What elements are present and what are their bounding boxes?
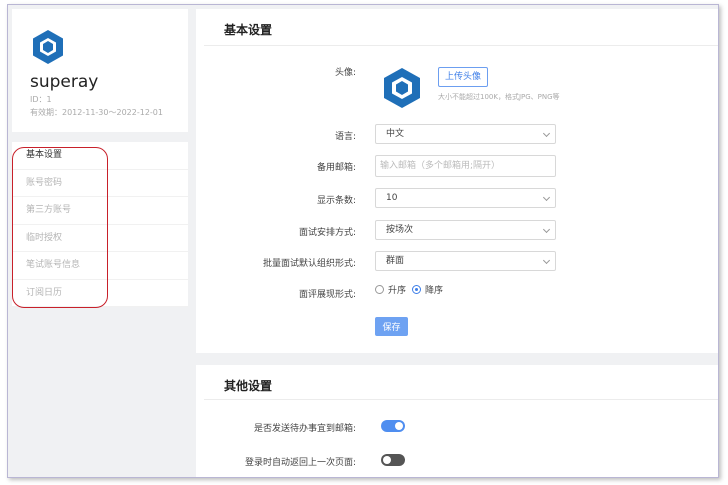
display-count-select[interactable]: 10 <box>375 188 556 208</box>
menu-item-basic-settings[interactable]: 基本设置 <box>12 142 188 170</box>
other-settings-title: 其他设置 <box>224 379 273 393</box>
radio-descending-label[interactable]: 降序 <box>425 283 443 296</box>
user-id: ID：1 <box>30 95 52 104</box>
chevron-down-icon <box>542 193 551 202</box>
company-logo-icon <box>33 30 63 64</box>
interview-arrange-value: 按场次 <box>386 225 414 235</box>
interview-arrange-select[interactable]: 按场次 <box>375 220 556 240</box>
upload-hint: 大小不能超过100K，格式JPG、PNG等 <box>438 93 560 101</box>
review-display-label: 面评展现形式: <box>298 290 356 300</box>
auto-return-label: 登录时自动返回上一次页面: <box>244 458 356 468</box>
settings-menu: 基本设置 账号密码 第三方账号 临时授权 笔试账号信息 订阅日历 <box>12 142 188 307</box>
batch-org-label: 批量面试默认组织形式: <box>262 259 356 269</box>
basic-settings-panel: 基本设置 头像: 上传头像 大小不能超过100K，格式JPG、PNG等 语言: … <box>196 9 718 353</box>
radio-descending[interactable] <box>412 285 422 294</box>
language-label: 语言: <box>334 132 356 142</box>
avatar-label: 头像: <box>334 68 356 78</box>
upload-avatar-button[interactable]: 上传头像 <box>438 67 489 87</box>
language-value: 中文 <box>386 129 405 139</box>
avatar-logo-icon <box>384 68 420 108</box>
auto-return-toggle[interactable] <box>381 454 405 466</box>
chevron-down-icon <box>542 129 551 138</box>
send-todo-toggle[interactable] <box>381 420 405 432</box>
save-button[interactable]: 保存 <box>375 317 408 336</box>
chevron-down-icon <box>542 225 551 234</box>
batch-org-select[interactable]: 群面 <box>375 251 556 271</box>
profile-card: superay ID：1 有效期：2012-11-30～2022-12-01 <box>12 9 188 132</box>
review-order-radio-group: 升序 降序 <box>375 283 449 296</box>
validity-period: 有效期：2012-11-30～2022-12-01 <box>30 108 163 117</box>
settings-window: superay ID：1 有效期：2012-11-30～2022-12-01 基… <box>7 4 719 478</box>
username: superay <box>30 72 99 92</box>
send-todo-label: 是否发送待办事宜到邮箱: <box>253 424 356 434</box>
language-select[interactable]: 中文 <box>375 124 556 144</box>
toggle-knob <box>383 456 391 464</box>
toggle-knob <box>395 422 403 430</box>
backup-email-input[interactable] <box>375 155 556 177</box>
display-count-value: 10 <box>386 193 398 203</box>
display-count-label: 显示条数: <box>316 196 356 206</box>
menu-item-temporary-authorization[interactable]: 临时授权 <box>12 225 188 252</box>
menu-item-exam-account-info[interactable]: 笔试账号信息 <box>12 252 188 280</box>
batch-org-value: 群面 <box>386 256 405 266</box>
menu-item-account-password[interactable]: 账号密码 <box>12 170 188 197</box>
backup-email-label: 备用邮箱: <box>316 163 356 173</box>
basic-settings-title: 基本设置 <box>224 23 273 37</box>
radio-ascending-label[interactable]: 升序 <box>388 283 406 296</box>
other-settings-panel: 其他设置 是否发送待办事宜到邮箱: 登录时自动返回上一次页面: <box>196 365 718 477</box>
radio-ascending[interactable] <box>375 285 384 294</box>
chevron-down-icon <box>542 256 551 265</box>
interview-arrange-label: 面试安排方式: <box>298 228 356 238</box>
title-divider <box>204 399 718 400</box>
menu-item-third-party-account[interactable]: 第三方账号 <box>12 197 188 225</box>
title-divider <box>204 45 718 46</box>
menu-item-subscribe-calendar[interactable]: 订阅日历 <box>12 280 188 307</box>
